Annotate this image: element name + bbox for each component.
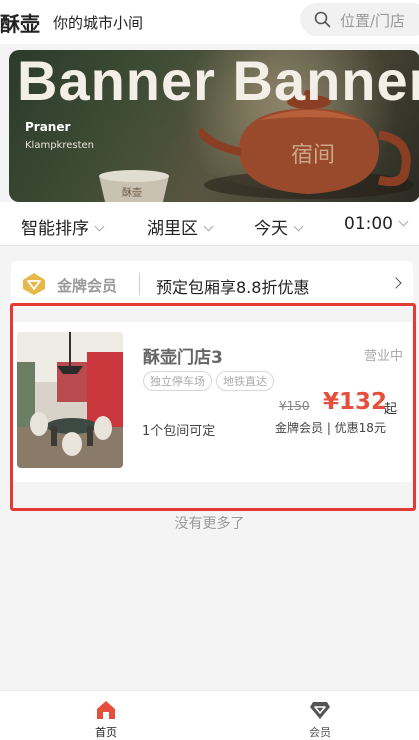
chevron-down-icon: [94, 221, 105, 232]
search-box[interactable]: 位置/门店: [300, 3, 419, 36]
chevron-right-icon: [390, 277, 402, 289]
filter-time[interactable]: 01:00: [344, 214, 409, 234]
tab-member[interactable]: 会员: [290, 699, 350, 740]
member-promo-bar[interactable]: 金牌会员 预定包厢享8.8折优惠: [11, 261, 413, 307]
diamond-icon: [23, 273, 45, 295]
member-diamond-icon: [310, 702, 330, 719]
tab-home[interactable]: 首页: [76, 699, 136, 740]
filter-bar: 智能排序 湖里区 今天 01:00: [0, 202, 419, 246]
chevron-down-icon: [398, 216, 409, 227]
member-label: 金牌会员: [57, 277, 118, 295]
highlight-frame: [10, 303, 416, 511]
teacup-inscription: 酥壶: [122, 186, 142, 199]
filter-sort-label: 智能排序: [21, 219, 89, 239]
chevron-down-icon: [293, 221, 304, 232]
teapot-inscription: 宿间: [291, 143, 335, 168]
list-end-text: 没有更多了: [174, 516, 245, 532]
tab-home-label: 首页: [95, 726, 117, 739]
search-icon: [314, 11, 331, 28]
promo-banner[interactable]: 宿间 酥壶 Banner Banner Praner Klampkresten: [9, 50, 419, 202]
filter-date[interactable]: 今天: [254, 214, 304, 239]
banner-subtitle: Praner: [25, 120, 71, 134]
banner-headline: Banner Banner: [17, 50, 419, 112]
filter-time-label: 01:00: [344, 214, 393, 234]
filter-district[interactable]: 湖里区: [147, 214, 214, 239]
banner-subtext: Klampkresten: [25, 140, 95, 151]
search-placeholder: 位置/门店: [340, 12, 406, 30]
bottom-tab-bar: 首页 会员: [0, 690, 419, 740]
top-bar: 酥壶 你的城市小间 位置/门店: [0, 0, 419, 44]
home-icon: [97, 701, 115, 719]
divider: [139, 273, 140, 295]
tab-member-label: 会员: [309, 726, 331, 739]
member-offer-text: 预定包厢享8.8折优惠: [156, 278, 310, 297]
filter-district-label: 湖里区: [147, 219, 198, 239]
filter-sort[interactable]: 智能排序: [21, 214, 105, 239]
chevron-down-icon: [203, 221, 214, 232]
app-slogan: 你的城市小间: [53, 14, 144, 32]
filter-date-label: 今天: [254, 219, 288, 239]
teacup-image: 酥壶: [99, 170, 169, 202]
app-brand: 酥壶: [0, 12, 40, 36]
